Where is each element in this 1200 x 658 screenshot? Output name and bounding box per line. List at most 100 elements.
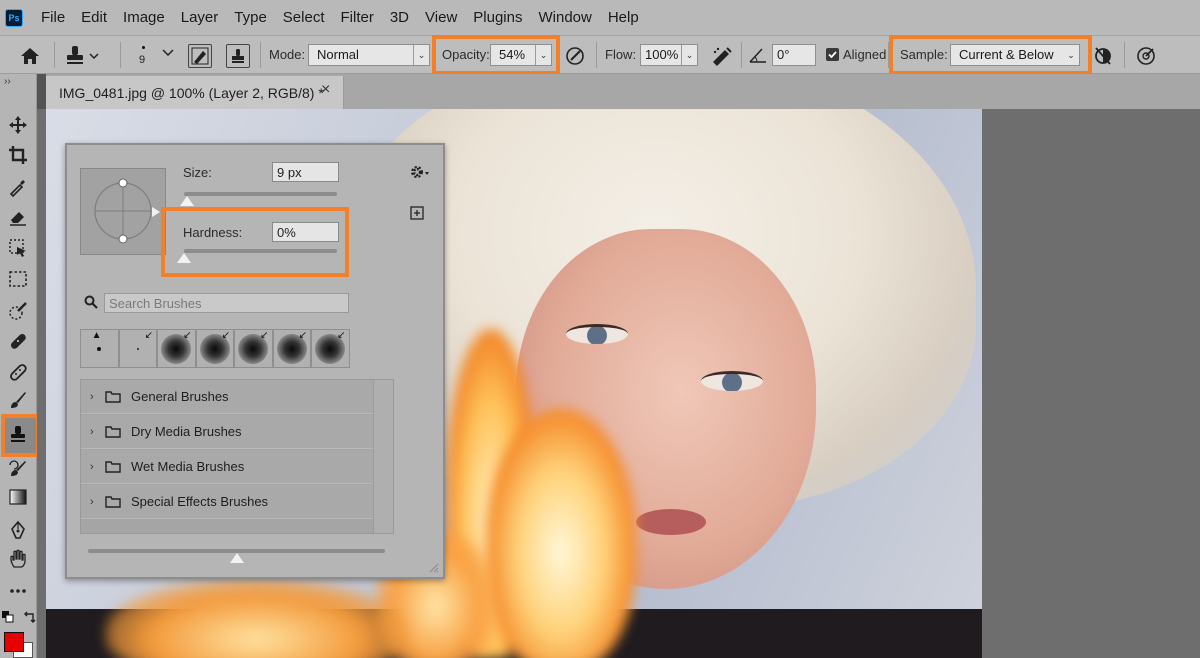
menu-filter[interactable]: Filter — [333, 9, 382, 26]
default-colors-icon[interactable] — [2, 611, 14, 623]
sample-label: Sample: — [900, 47, 948, 62]
brush-folder-dry-media[interactable]: › Dry Media Brushes — [81, 415, 373, 449]
chevron-right-icon: › — [90, 425, 94, 438]
brush-size-picker[interactable]: 9 — [134, 42, 178, 70]
document-tab[interactable]: IMG_0481.jpg @ 100% (Layer 2, RGB/8) * — [46, 76, 344, 109]
ignore-adjustment-layers-icon[interactable] — [1092, 44, 1114, 68]
tablet-pressure-size-icon[interactable] — [1134, 44, 1158, 68]
hardness-slider-thumb[interactable] — [177, 253, 191, 263]
hardness-highlight — [161, 207, 349, 277]
brush-preset[interactable]: ↙ — [272, 329, 311, 368]
brush-preset[interactable]: ↙ — [234, 329, 273, 368]
menu-view[interactable]: View — [417, 9, 465, 26]
brush-folder-general[interactable]: › General Brushes — [81, 380, 373, 414]
search-brushes-input[interactable]: Search Brushes — [104, 293, 349, 313]
object-selection-tool-icon[interactable] — [5, 235, 31, 261]
preview-size-slider-thumb[interactable] — [229, 553, 244, 563]
brush-tool-icon: ↙ — [298, 330, 307, 341]
stamp-tool-icon: ▲ — [91, 330, 102, 341]
foreground-color-swatch[interactable] — [4, 632, 24, 652]
checkmark-icon — [828, 51, 837, 59]
aligned-label: Aligned — [843, 47, 887, 62]
opacity-field[interactable]: 54% ⌄ — [490, 44, 552, 66]
aligned-checkbox[interactable] — [826, 48, 839, 61]
tablet-pressure-opacity-icon[interactable] — [563, 44, 587, 68]
document-tab-strip: IMG_0481.jpg @ 100% (Layer 2, RGB/8) * × — [46, 74, 1200, 109]
brush-preset[interactable]: ▲ — [80, 329, 119, 368]
patch-tool-icon[interactable] — [5, 359, 31, 385]
gear-icon[interactable] — [409, 163, 431, 181]
eyedropper-tool-icon[interactable] — [5, 174, 31, 200]
clone-source-panel-icon[interactable] — [226, 44, 250, 68]
brush-tool-icon: ↙ — [221, 330, 230, 341]
pen-tool-icon[interactable] — [5, 517, 31, 543]
flow-field[interactable]: 100% ⌄ — [640, 44, 698, 66]
size-label: Size: — [183, 165, 212, 180]
move-tool-icon[interactable] — [5, 112, 31, 138]
menu-select[interactable]: Select — [275, 9, 333, 26]
brush-folder-special-effects[interactable]: › Special Effects Brushes — [81, 485, 373, 519]
search-icon — [84, 295, 98, 309]
menu-help[interactable]: Help — [600, 9, 647, 26]
chevron-down-icon: ⌄ — [1067, 49, 1075, 60]
brush-preset[interactable]: ↙ — [118, 329, 157, 368]
more-tools-icon[interactable] — [5, 578, 31, 604]
history-brush-tool-icon[interactable] — [5, 456, 31, 482]
hardness-slider-track[interactable] — [184, 249, 337, 253]
airbrush-icon[interactable] — [709, 44, 735, 68]
brush-folder-wet-media[interactable]: › Wet Media Brushes — [81, 450, 373, 484]
separator — [741, 42, 742, 68]
separator — [1124, 42, 1125, 68]
eraser-tool-icon[interactable] — [5, 204, 31, 230]
folders-scrollbar[interactable] — [373, 380, 393, 533]
menu-edit[interactable]: Edit — [73, 9, 115, 26]
resize-grip-icon[interactable] — [427, 561, 439, 573]
close-tab-icon[interactable]: × — [321, 81, 330, 99]
brush-preset[interactable]: ↙ — [157, 329, 196, 368]
size-slider-thumb[interactable] — [180, 196, 195, 206]
brush-tool-icon: ↙ — [183, 330, 192, 341]
hardness-field[interactable]: 0% — [272, 222, 339, 242]
menu-image[interactable]: Image — [115, 9, 173, 26]
crop-tool-icon[interactable] — [5, 142, 31, 168]
gradient-tool-icon[interactable] — [5, 484, 31, 510]
size-field[interactable]: 9 px — [272, 162, 339, 182]
clone-stamp-preset-icon[interactable] — [64, 44, 100, 68]
separator — [54, 42, 55, 68]
menu-layer[interactable]: Layer — [173, 9, 227, 26]
brush-tool-icon[interactable] — [5, 387, 31, 413]
brush-folders-list: › General Brushes › Dry Media Brushes › … — [80, 379, 394, 534]
angle-value: 0° — [777, 47, 790, 62]
angle-field[interactable]: 0° — [772, 44, 816, 66]
brush-preset[interactable]: ↙ — [195, 329, 234, 368]
brush-tip-dot-icon — [142, 46, 145, 49]
mode-select[interactable]: Normal ⌄ — [308, 44, 430, 66]
hand-tool-icon[interactable] — [5, 546, 31, 572]
menu-file[interactable]: File — [33, 9, 73, 26]
folder-name: Wet Media Brushes — [131, 459, 245, 474]
menu-3d[interactable]: 3D — [382, 9, 417, 26]
folder-icon — [105, 496, 121, 508]
tools-panel: ›› — [0, 74, 40, 658]
brush-preset[interactable]: ↙ — [311, 329, 350, 368]
swap-colors-icon[interactable] — [22, 611, 36, 625]
brush-settings-panel-icon[interactable] — [188, 44, 212, 68]
menu-type[interactable]: Type — [226, 9, 275, 26]
opacity-label: Opacity: — [442, 47, 490, 62]
menu-plugins[interactable]: Plugins — [465, 9, 530, 26]
home-icon[interactable] — [18, 45, 42, 67]
quick-selection-tool-icon[interactable] — [5, 298, 31, 324]
rectangular-marquee-tool-icon[interactable] — [5, 266, 31, 292]
brush-tip-angle-arrow-icon[interactable] — [152, 207, 160, 217]
brush-tool-icon: ↙ — [144, 330, 153, 341]
collapse-toolbar-icon[interactable]: ›› — [4, 76, 11, 87]
healing-brush-tool-icon[interactable] — [5, 328, 31, 354]
new-preset-icon[interactable] — [410, 206, 424, 220]
clone-stamp-tool-icon[interactable] — [5, 421, 31, 447]
menu-window[interactable]: Window — [530, 9, 599, 26]
opacity-value: 54% — [499, 47, 526, 62]
size-slider-track[interactable] — [184, 192, 337, 196]
photo-lips — [636, 509, 706, 535]
sample-select[interactable]: Current & Below ⌄ — [950, 44, 1080, 66]
chevron-down-icon: ⌄ — [535, 45, 551, 65]
